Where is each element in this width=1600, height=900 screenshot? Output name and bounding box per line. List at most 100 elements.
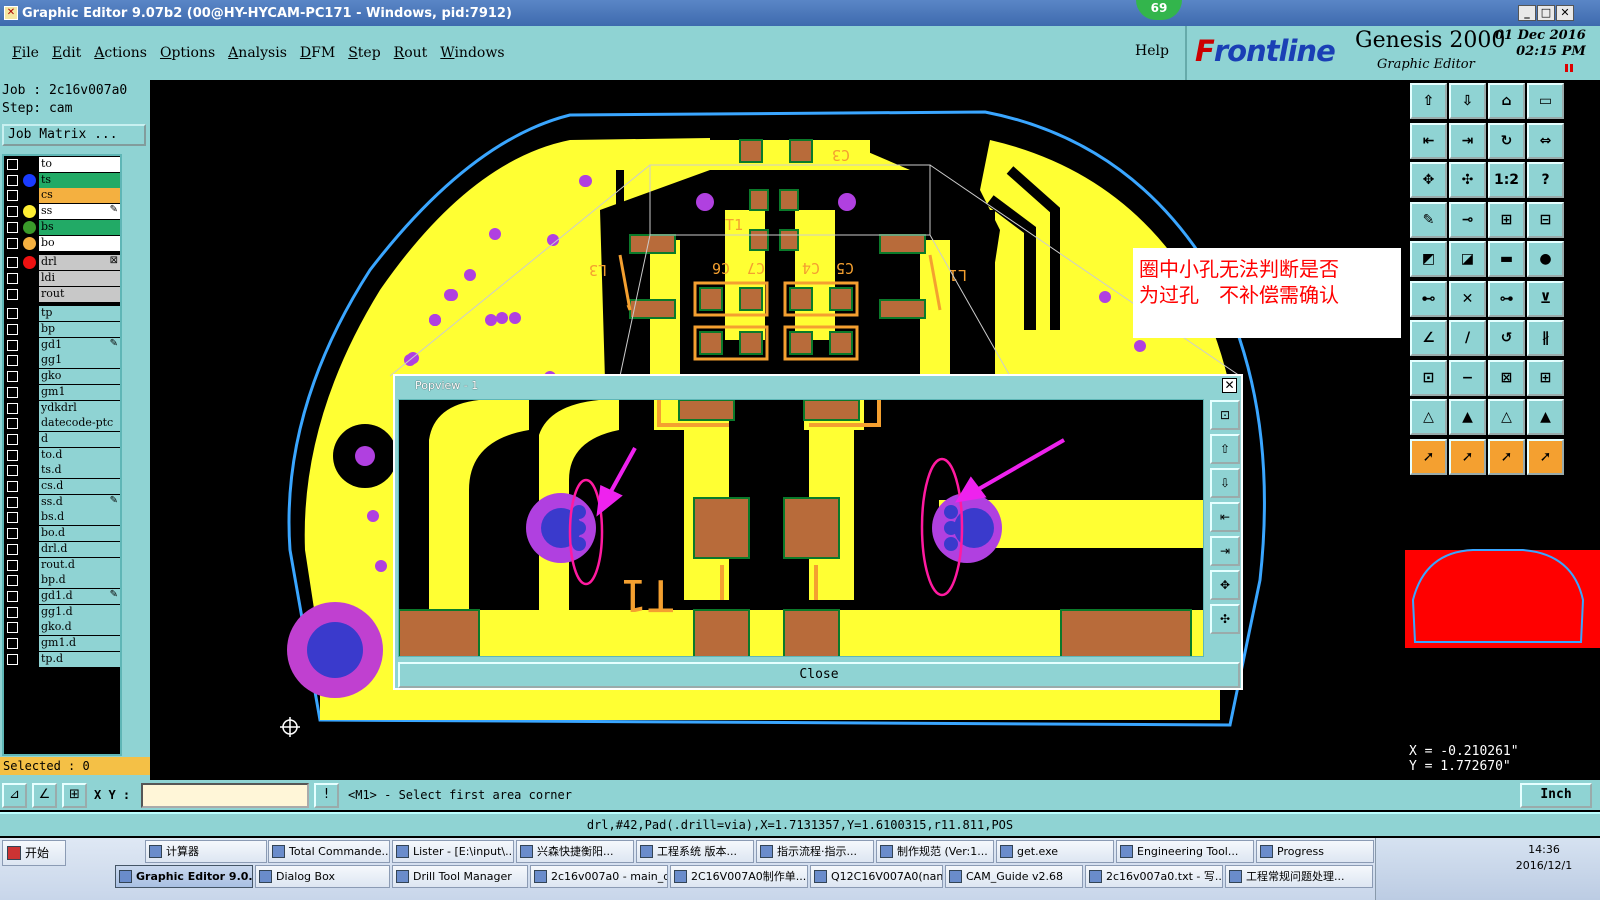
- layer-checkbox[interactable]: [7, 386, 18, 398]
- board-preview[interactable]: [1405, 490, 1600, 740]
- layer-checkbox[interactable]: [7, 339, 18, 351]
- menu-rout[interactable]: Rout: [394, 45, 428, 61]
- tool-button-2[interactable]: ⇩: [1449, 83, 1486, 119]
- xy-input[interactable]: [141, 783, 309, 808]
- layer-row[interactable]: cs: [4, 188, 120, 204]
- layer-row[interactable]: gg1: [4, 353, 120, 369]
- layer-checkbox[interactable]: [7, 559, 18, 571]
- taskbar-item[interactable]: Dialog Box: [255, 865, 390, 888]
- layer-checkbox[interactable]: [7, 308, 18, 320]
- taskbar-item[interactable]: 2c16v007a0.txt - 写...: [1085, 865, 1223, 888]
- tool-button-25[interactable]: ∠: [1410, 320, 1447, 356]
- taskbar-item[interactable]: 制作规范 (Ver:1...: [876, 840, 994, 863]
- tool-button-18[interactable]: ◪: [1449, 241, 1486, 277]
- tool-button-21[interactable]: ⊷: [1410, 280, 1447, 317]
- popview-pan-right-button[interactable]: ⇥: [1210, 536, 1240, 566]
- taskbar-item[interactable]: Engineering Tool...: [1116, 840, 1254, 863]
- menu-edit[interactable]: Edit: [52, 45, 81, 61]
- unit-selector[interactable]: Inch: [1520, 783, 1592, 808]
- popview-zoom-fit-button[interactable]: ⊡: [1210, 400, 1240, 430]
- start-button[interactable]: 开始: [2, 840, 66, 866]
- job-matrix-button[interactable]: Job Matrix ...: [2, 124, 146, 146]
- layer-checkbox[interactable]: [7, 512, 18, 524]
- layer-checkbox[interactable]: [7, 496, 18, 508]
- layer-checkbox[interactable]: [7, 237, 18, 249]
- tool-button-17[interactable]: ◩: [1410, 241, 1447, 277]
- layer-row[interactable]: tp.d: [4, 651, 120, 667]
- layer-checkbox[interactable]: [7, 418, 18, 430]
- layer-checkbox[interactable]: [7, 288, 18, 300]
- tool-button-14[interactable]: ⊸: [1449, 201, 1486, 238]
- taskbar-item[interactable]: CAM_Guide v2.68: [945, 865, 1083, 888]
- menu-step[interactable]: Step: [348, 45, 380, 61]
- layer-checkbox[interactable]: [7, 257, 18, 269]
- layer-row[interactable]: tp: [4, 306, 120, 322]
- taskbar-item[interactable]: Q12C16V007A0(nan...: [810, 865, 943, 888]
- popview-close-button[interactable]: Close: [398, 662, 1240, 688]
- layer-checkbox[interactable]: [7, 590, 18, 602]
- taskbar-item[interactable]: 2C16V007A0制作单...: [670, 865, 808, 888]
- tool-button-40[interactable]: ➚: [1527, 438, 1564, 475]
- popview-pan-down-button[interactable]: ⇩: [1210, 468, 1240, 498]
- layer-row[interactable]: to: [4, 157, 120, 172]
- layer-row[interactable]: bo: [4, 235, 120, 251]
- layer-checkbox[interactable]: [7, 324, 18, 335]
- layer-checkbox[interactable]: [7, 402, 18, 414]
- layer-row[interactable]: bp: [4, 322, 120, 337]
- clock[interactable]: 14:36 2016/12/1: [1494, 842, 1594, 874]
- layer-checkbox[interactable]: [7, 355, 18, 367]
- close-window-button[interactable]: ✕: [1556, 5, 1574, 21]
- tool-button-35[interactable]: △: [1488, 399, 1525, 435]
- grid-icon[interactable]: ⊞: [62, 783, 87, 808]
- taskbar-item[interactable]: 2c16v007a0 - main_qa: [530, 865, 668, 888]
- layer-row[interactable]: gko.d: [4, 620, 120, 636]
- tool-button-31[interactable]: ⊠: [1488, 359, 1525, 396]
- layer-row[interactable]: ts.d: [4, 463, 120, 479]
- popview-zoom-out-button[interactable]: ✥: [1210, 570, 1240, 600]
- tool-button-9[interactable]: ✥: [1410, 162, 1447, 198]
- tool-button-26[interactable]: /: [1449, 320, 1486, 356]
- tool-button-19[interactable]: ▬: [1488, 241, 1525, 277]
- layer-checkbox[interactable]: [7, 206, 18, 218]
- taskbar-item[interactable]: 工程常规问题处理...: [1225, 865, 1373, 888]
- layer-checkbox[interactable]: [7, 528, 18, 540]
- menu-actions[interactable]: Actions: [94, 45, 147, 61]
- taskbar-item[interactable]: 兴森快捷衡阳...: [516, 840, 634, 863]
- taskbar-item[interactable]: 指示流程·指示...: [756, 840, 874, 863]
- tool-button-3[interactable]: ⌂: [1488, 83, 1525, 119]
- layer-row[interactable]: bs: [4, 219, 120, 235]
- layer-row[interactable]: ss ✎: [4, 204, 120, 220]
- tool-button-16[interactable]: ⊟: [1527, 201, 1564, 238]
- layer-checkbox[interactable]: [7, 449, 18, 461]
- layer-checkbox[interactable]: [7, 465, 18, 477]
- tool-button-24[interactable]: ⊻: [1527, 280, 1564, 317]
- popview-pan-up-button[interactable]: ⇧: [1210, 434, 1240, 464]
- tool-button-7[interactable]: ↻: [1488, 122, 1525, 159]
- taskbar-item[interactable]: Total Commande...: [268, 840, 390, 863]
- layer-checkbox[interactable]: [7, 433, 18, 445]
- tool-button-29[interactable]: ⊡: [1410, 359, 1447, 396]
- minimize-button[interactable]: _: [1518, 5, 1536, 21]
- tool-button-1[interactable]: ⇧: [1410, 83, 1447, 119]
- maximize-button[interactable]: □: [1537, 5, 1555, 21]
- tool-button-10[interactable]: ✣: [1449, 162, 1486, 198]
- tool-button-32[interactable]: ⊞: [1527, 359, 1564, 396]
- exclamation-icon[interactable]: !: [314, 783, 339, 808]
- layer-row[interactable]: drl ⊠: [4, 255, 120, 271]
- layer-checkbox[interactable]: [7, 190, 18, 202]
- taskbar-item[interactable]: get.exe: [996, 840, 1114, 863]
- tool-button-13[interactable]: ✎: [1410, 201, 1447, 238]
- layer-checkbox[interactable]: [7, 174, 18, 186]
- menu-dfm[interactable]: DFM: [300, 45, 335, 61]
- layer-row[interactable]: gm1.d: [4, 636, 120, 651]
- tool-button-34[interactable]: ▲: [1449, 399, 1486, 435]
- layer-row[interactable]: bp.d: [4, 573, 120, 589]
- tool-button-38[interactable]: ➚: [1449, 438, 1486, 475]
- layer-row[interactable]: cs.d: [4, 479, 120, 494]
- layer-row[interactable]: gd1 ✎: [4, 337, 120, 353]
- layer-row[interactable]: bs.d: [4, 510, 120, 526]
- taskbar-item[interactable]: Graphic Editor 9.0...: [115, 865, 253, 888]
- layer-checkbox[interactable]: [7, 653, 18, 665]
- layer-row[interactable]: datecode-ptc: [4, 416, 120, 432]
- taskbar-item[interactable]: Lister - [E:\input\...: [392, 840, 514, 863]
